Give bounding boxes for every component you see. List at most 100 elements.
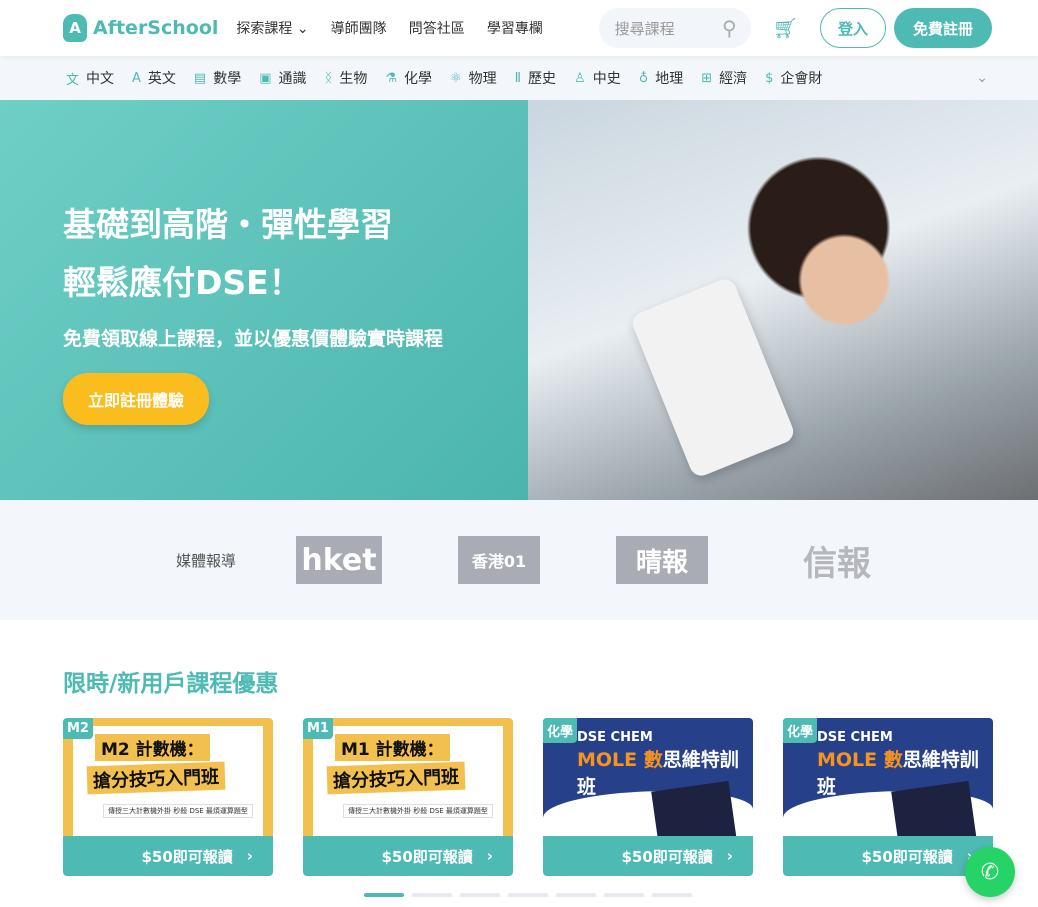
subject-tag: 化學	[783, 718, 818, 743]
nav-community[interactable]: 問答社區	[409, 21, 465, 37]
offers-title: 限時/新用戶課程優惠	[63, 671, 279, 697]
register-cta-button[interactable]: 立即註冊體驗	[63, 373, 210, 425]
subject-icon: ♙	[574, 70, 586, 86]
subject-label: 數學	[213, 71, 242, 87]
register-button[interactable]: 免費註冊	[894, 8, 992, 48]
subject-icon: ᛝ	[324, 70, 333, 86]
course-card[interactable]: M1 M1 計數機： 搶分技巧入門班 傳授三大計數機外掛 秒殺 DSE 最煩運算題型 $…	[303, 718, 513, 876]
enroll-label: $50即可報讀	[381, 847, 473, 866]
enroll-label: $50即可報讀	[621, 847, 713, 866]
chevron-right-icon: ›	[486, 847, 493, 865]
search-input[interactable]: 搜尋課程 ⚲	[598, 8, 751, 48]
skypost-logo: 晴報	[616, 536, 709, 584]
subject-label: 歷史	[528, 71, 557, 87]
course-image-kicker: DSE CHEM	[577, 730, 653, 745]
subject-10[interactable]: ⊞ 經濟	[701, 68, 747, 88]
course-image: M2 計數機： 搶分技巧入門班 傳授三大計數機外掛 秒殺 DSE 最煩運算題型	[63, 718, 273, 836]
chevron-right-icon: ›	[726, 847, 733, 865]
course-card[interactable]: 化學DSE CHEMMOLE 數思維特訓班由零開始輕鬆清 CONCEPT！$50…	[783, 718, 993, 876]
book-image	[651, 780, 737, 836]
pagination-dot[interactable]	[460, 893, 500, 897]
course-image-title: M1 計數機：	[335, 734, 450, 761]
course-image-caption: 傳授三大計數機外掛 秒殺 DSE 最煩運算題型	[103, 804, 253, 818]
whatsapp-button[interactable]: ✆	[965, 847, 1015, 897]
main-nav: 探索課程 ⌄ 導師團隊 問答社區 學習專欄	[236, 18, 559, 38]
course-card[interactable]: 化學DSE CHEMMOLE 數思維特訓班由零開始輕鬆清 CONCEPT！$50…	[543, 718, 753, 876]
subject-label: 化學	[403, 71, 432, 87]
pagination-dot[interactable]	[412, 893, 452, 897]
logo-icon: A	[63, 14, 87, 42]
search-placeholder: 搜尋課程	[614, 19, 675, 38]
course-image-title-accent: MOLE 數	[817, 749, 903, 771]
subject-5[interactable]: ⚗ 化學	[385, 68, 432, 88]
subject-label: 中文	[86, 71, 115, 87]
subject-tag: 化學	[543, 718, 578, 743]
search-icon[interactable]: ⚲	[722, 16, 737, 40]
subject-6[interactable]: ⚛ 物理	[450, 68, 497, 88]
media-label: 媒體報導	[176, 551, 237, 570]
subject-9[interactable]: ♁ 地理	[639, 68, 684, 88]
nav-explore-courses[interactable]: 探索課程 ⌄	[236, 21, 308, 37]
subject-icon: ▣	[259, 70, 272, 86]
book-image	[891, 780, 977, 836]
chevron-down-icon: ⌄	[296, 21, 309, 37]
course-image: M1 計數機： 搶分技巧入門班傳授三大計數機外掛 秒殺 DSE 最煩運算題型	[303, 718, 513, 836]
subject-label: 地理	[655, 71, 684, 87]
tablet-image	[629, 275, 797, 480]
subject-label: 物理	[468, 71, 497, 87]
subject-label: 通識	[278, 71, 307, 87]
subject-3[interactable]: ▣ 通識	[259, 68, 306, 88]
pagination-dot[interactable]	[652, 893, 692, 897]
enroll-button[interactable]: $50即可報讀 ›	[543, 836, 753, 876]
chevron-right-icon: ›	[246, 847, 253, 865]
enroll-button[interactable]: $50即可報讀›	[63, 836, 273, 876]
course-image-subtitle: 搶分技巧入門班	[326, 761, 466, 795]
course-image-caption: 傳授三大計數機外掛 秒殺 DSE 最煩運算題型	[343, 804, 493, 818]
hero-title-line2: 輕鬆應付DSE！	[63, 263, 302, 302]
course-image-title: M2 計數機：	[95, 734, 210, 761]
subject-icon: ⚗	[385, 70, 397, 86]
hero-subtitle: 免費領取線上課程，並以優惠價體驗實時課程	[63, 328, 444, 350]
subject-label: 企會財	[780, 71, 823, 87]
subject-bar: 文中文 A 英文 ▤ 數學 ▣ 通識 ᛝ 生物 ⚗ 化學 ⚛ 物理 Ⅱ 歷史 ♙ 中史 ♁ 地理 ⊞ 經濟 $ 企會財 ⌄	[0, 56, 1038, 100]
subject-icon: ⚛	[449, 70, 462, 86]
subject-label: 英文	[147, 71, 176, 87]
subject-icon: ▤	[193, 70, 207, 86]
pagination-dot[interactable]	[364, 893, 404, 897]
hkej-logo: 信報	[803, 543, 872, 584]
hero-photo	[528, 100, 1038, 500]
offer-carousel: M2 M2 計數機： 搶分技巧入門班 傳授三大計數機外掛 秒殺 DSE 最煩運算題型 $…	[63, 718, 1038, 876]
enroll-button[interactable]: $50即可報讀 ›	[303, 836, 513, 876]
subject-0[interactable]: 文中文	[66, 68, 114, 88]
subject-label: 生物	[339, 71, 368, 87]
nav-tutors[interactable]: 導師團隊	[331, 21, 387, 37]
hket-logo: hket	[296, 536, 383, 584]
enroll-label: $50即可報讀	[861, 847, 953, 866]
whatsapp-icon: ✆	[980, 859, 1000, 885]
cart-icon[interactable]: 🛒︎	[773, 16, 798, 40]
subject-11[interactable]: $ 企會財	[765, 68, 822, 88]
course-image-title-accent: MOLE 數	[577, 749, 663, 771]
subject-2[interactable]: ▤ 數學	[194, 68, 241, 88]
subject-8[interactable]: ♙ 中史	[574, 68, 621, 88]
subject-7[interactable]: Ⅱ 歷史	[515, 68, 556, 88]
nav-blog[interactable]: 學習專欄	[487, 21, 543, 37]
carousel-pagination	[364, 893, 692, 897]
subject-icon: ⊞	[701, 70, 713, 86]
hero-text: 基礎到高階・彈性學習 輕鬆應付DSE！ 免費領取線上課程，並以優惠價體驗實時課程 …	[0, 100, 528, 500]
hero-banner: 基礎到高階・彈性學習 輕鬆應付DSE！ 免費領取線上課程，並以優惠價體驗實時課程 …	[0, 100, 1038, 500]
pagination-dot[interactable]	[556, 893, 596, 897]
subject-1[interactable]: A 英文	[132, 68, 176, 88]
subject-icon: $	[765, 70, 774, 86]
subject-tag: M1	[303, 718, 333, 739]
logo[interactable]: A AfterSchool	[63, 14, 218, 42]
subject-icon: ♁	[638, 70, 649, 86]
course-card[interactable]: M2 M2 計數機： 搶分技巧入門班 傳授三大計數機外掛 秒殺 DSE 最煩運算題型 $…	[63, 718, 273, 876]
subject-4[interactable]: ᛝ 生物	[325, 68, 368, 88]
chevron-down-icon[interactable]: ⌄	[976, 70, 988, 86]
enroll-button[interactable]: $50即可報讀›	[783, 836, 993, 876]
subject-icon: 文	[66, 72, 80, 88]
login-button[interactable]: 登入	[820, 8, 886, 48]
pagination-dot[interactable]	[508, 893, 548, 897]
pagination-dot[interactable]	[604, 893, 644, 897]
